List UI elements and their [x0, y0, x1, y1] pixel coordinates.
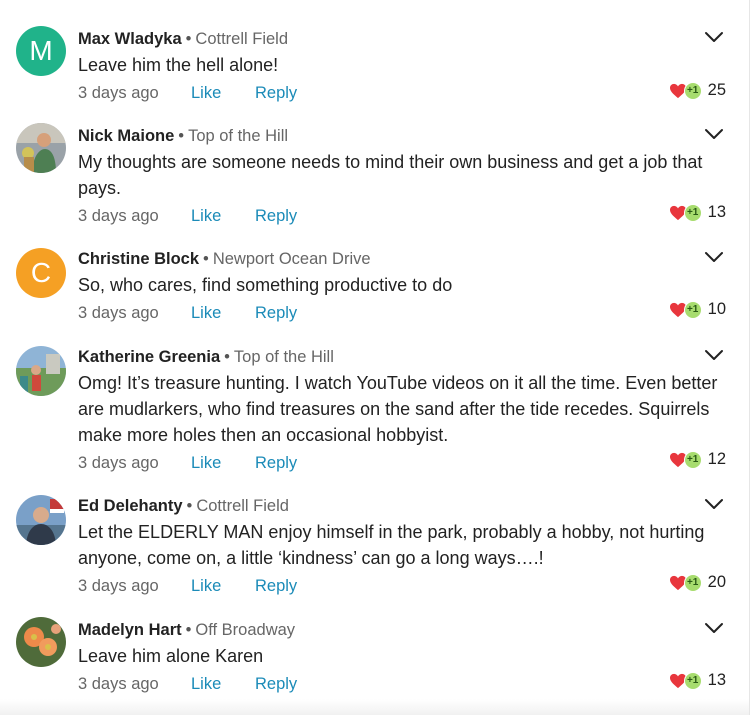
reaction-summary[interactable]: +1 13: [669, 671, 726, 690]
chevron-down-icon[interactable]: [704, 497, 724, 511]
comment-header: Madelyn Hart • Off Broadway: [78, 619, 295, 641]
comment-text: Let the ELDERLY MAN enjoy himself in the…: [78, 522, 705, 568]
avatar[interactable]: C: [16, 248, 66, 298]
reply-button[interactable]: Reply: [255, 575, 297, 597]
avatar[interactable]: [16, 617, 66, 667]
timestamp: 3 days ago: [78, 304, 159, 322]
comment-text: Omg! It’s treasure hunting. I watch YouT…: [78, 373, 718, 445]
plus-one-icon: +1: [683, 450, 702, 469]
separator: •: [178, 127, 185, 145]
reply-button[interactable]: Reply: [255, 452, 297, 474]
comment-feed: M Max Wladyka • Cottrell Field Leave him t…: [0, 0, 750, 715]
like-button[interactable]: Like: [191, 82, 255, 104]
comment-text: Leave him the hell alone!: [78, 55, 279, 75]
avatar[interactable]: M: [16, 26, 66, 76]
avatar[interactable]: [16, 123, 66, 173]
like-button[interactable]: Like: [191, 205, 255, 227]
avatar-photo: [16, 123, 66, 173]
comment-meta: 3 days ago Like Reply: [78, 575, 297, 597]
neighborhood[interactable]: Off Broadway: [195, 621, 295, 639]
reaction-summary[interactable]: +1 12: [669, 450, 726, 469]
chevron-down-icon[interactable]: [704, 348, 724, 362]
neighborhood[interactable]: Cottrell Field: [196, 497, 289, 515]
reaction-count: 25: [707, 81, 726, 99]
comment-text: So, who cares, find something productive…: [78, 275, 453, 295]
neighborhood[interactable]: Cottrell Field: [195, 30, 288, 48]
author-name[interactable]: Madelyn Hart: [78, 621, 182, 639]
author-name[interactable]: Nick Maione: [78, 127, 174, 145]
comment-text: Leave him alone Karen: [78, 646, 264, 666]
reaction-summary[interactable]: +1 13: [669, 203, 726, 222]
plus-one-icon: +1: [683, 81, 702, 100]
comment-header: Nick Maione • Top of the Hill: [78, 125, 288, 147]
separator: •: [185, 30, 192, 48]
reaction-count: 20: [707, 573, 726, 591]
reply-button[interactable]: Reply: [255, 302, 297, 324]
chevron-down-icon[interactable]: [704, 621, 724, 635]
reaction-summary[interactable]: +1 10: [669, 300, 726, 319]
comment-header: Christine Block • Newport Ocean Drive: [78, 248, 371, 270]
like-button[interactable]: Like: [191, 302, 255, 324]
separator: •: [224, 348, 230, 366]
avatar-photo: [16, 346, 66, 396]
chevron-down-icon[interactable]: [704, 30, 724, 44]
like-button[interactable]: Like: [191, 673, 255, 695]
separator: •: [203, 250, 209, 268]
avatar[interactable]: [16, 495, 66, 545]
avatar[interactable]: [16, 346, 66, 396]
reply-button[interactable]: Reply: [255, 205, 297, 227]
author-name[interactable]: Max Wladyka: [78, 30, 182, 48]
reaction-summary[interactable]: +1 20: [669, 573, 726, 592]
reaction-count: 13: [707, 203, 726, 221]
comment-text: My thoughts are someone needs to mind th…: [78, 152, 703, 198]
author-name[interactable]: Ed Delehanty: [78, 497, 183, 515]
chevron-down-icon[interactable]: [704, 127, 724, 141]
avatar-photo: [16, 617, 66, 667]
reply-button[interactable]: Reply: [255, 82, 297, 104]
comment-meta: 3 days ago Like Reply: [78, 673, 297, 695]
comment-header: Max Wladyka • Cottrell Field: [78, 28, 288, 50]
reaction-count: 13: [707, 671, 726, 689]
comment-meta: 3 days ago Like Reply: [78, 302, 297, 324]
author-name[interactable]: Katherine Greenia: [78, 348, 220, 366]
chevron-down-icon[interactable]: [704, 250, 724, 264]
plus-one-icon: +1: [683, 300, 702, 319]
timestamp: 3 days ago: [78, 675, 159, 693]
neighborhood[interactable]: Top of the Hill: [188, 127, 288, 145]
timestamp: 3 days ago: [78, 84, 159, 102]
like-button[interactable]: Like: [191, 452, 255, 474]
timestamp: 3 days ago: [78, 454, 159, 472]
avatar-photo: [16, 495, 66, 545]
neighborhood[interactable]: Newport Ocean Drive: [213, 250, 371, 268]
reaction-summary[interactable]: +1 25: [669, 81, 726, 100]
author-name[interactable]: Christine Block: [78, 250, 199, 268]
plus-one-icon: +1: [683, 671, 702, 690]
reaction-count: 10: [707, 300, 726, 318]
like-button[interactable]: Like: [191, 575, 255, 597]
reply-button[interactable]: Reply: [255, 673, 297, 695]
plus-one-icon: +1: [683, 573, 702, 592]
bottom-fade: [0, 699, 749, 715]
comment-header: Ed Delehanty • Cottrell Field: [78, 495, 289, 517]
comment-meta: 3 days ago Like Reply: [78, 205, 297, 227]
timestamp: 3 days ago: [78, 577, 159, 595]
neighborhood[interactable]: Top of the Hill: [234, 348, 334, 366]
reaction-count: 12: [707, 450, 726, 468]
plus-one-icon: +1: [683, 203, 702, 222]
comment-header: Katherine Greenia • Top of the Hill: [78, 346, 334, 368]
comment-meta: 3 days ago Like Reply: [78, 82, 297, 104]
separator: •: [186, 497, 193, 515]
comment-meta: 3 days ago Like Reply: [78, 452, 297, 474]
timestamp: 3 days ago: [78, 207, 159, 225]
separator: •: [185, 621, 192, 639]
